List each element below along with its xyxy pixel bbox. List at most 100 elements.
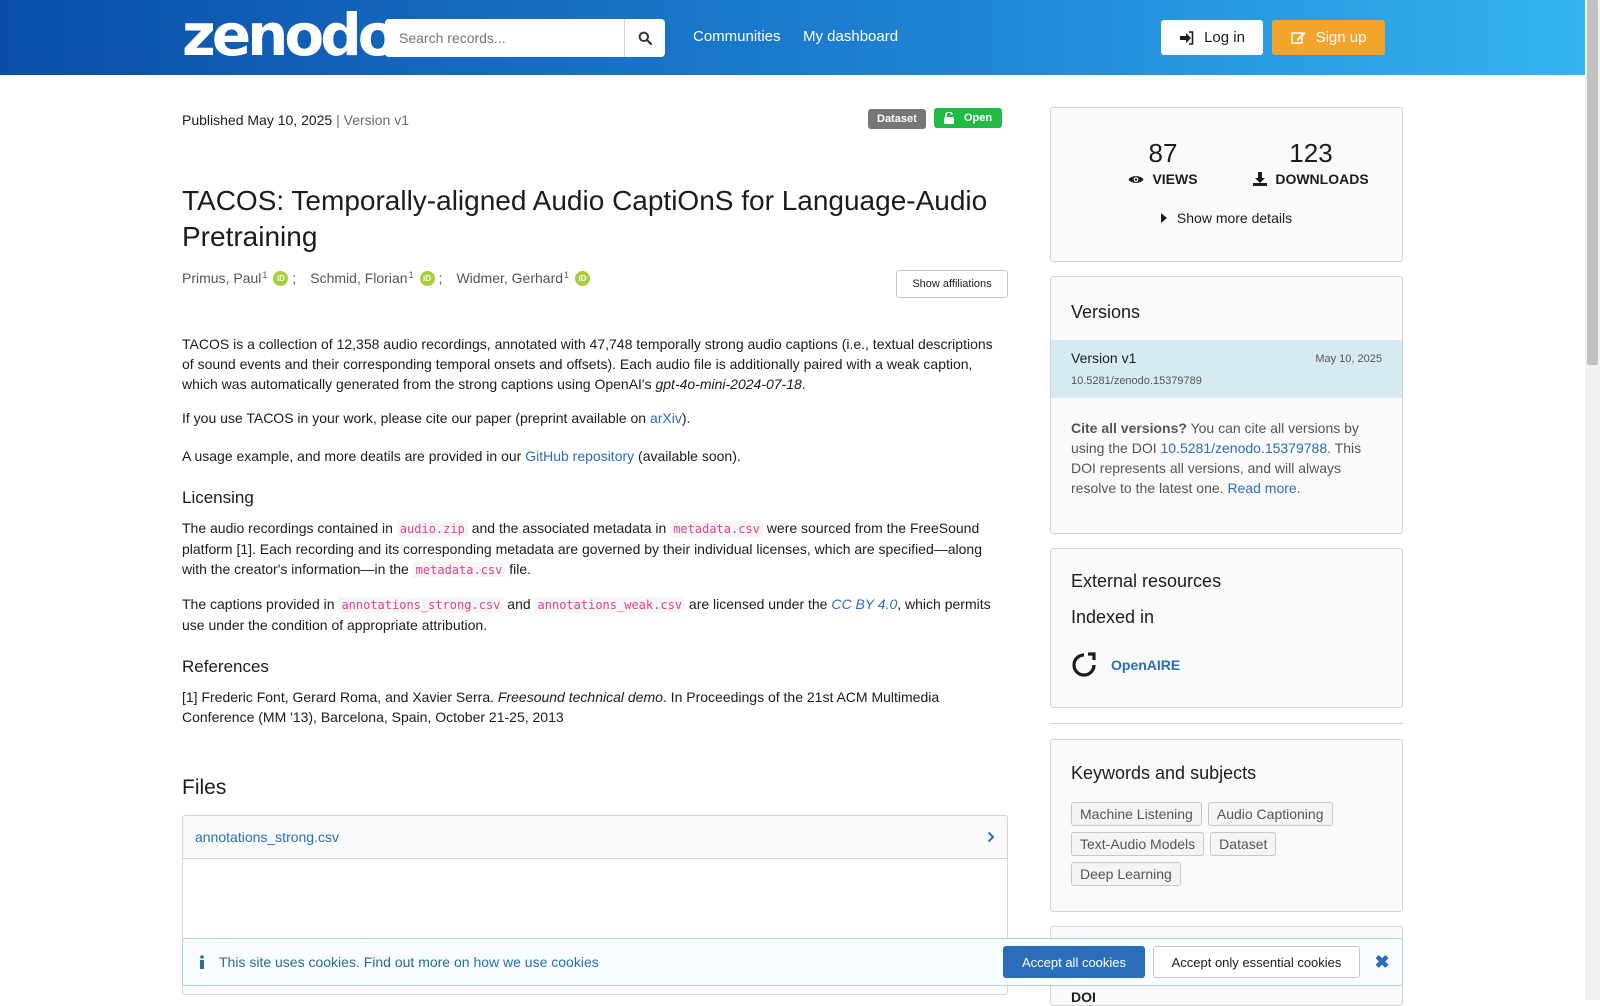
read-more-link[interactable]: Read more.: [1227, 480, 1300, 496]
accept-essential-cookies-button[interactable]: Accept only essential cookies: [1153, 946, 1360, 978]
cookie-banner: This site uses cookies. Find out more on…: [182, 938, 1403, 986]
text-span: are licensed under the: [685, 596, 832, 612]
orcid-icon[interactable]: iD: [273, 270, 289, 286]
unlock-icon: [944, 112, 954, 124]
access-badge[interactable]: Open: [934, 108, 1003, 128]
top-header: zenodo Communities My dashboard Log in S…: [0, 0, 1585, 75]
views-label: VIEWS: [1152, 171, 1198, 187]
text-span: TACOS is a collection of 12,358 audio re…: [182, 336, 993, 392]
nav-my-dashboard[interactable]: My dashboard: [803, 28, 898, 45]
code-snippet: annotations_weak.csv: [534, 597, 686, 613]
author-separator: ;: [292, 270, 297, 286]
record-title: TACOS: Temporally-aligned Audio CaptiOnS…: [182, 185, 988, 252]
text-span: The captions provided in: [182, 596, 339, 612]
description-paragraph: A usage example, and more deatils are pr…: [182, 446, 1008, 466]
indexed-in-heading: Indexed in: [1071, 607, 1155, 627]
login-label: Log in: [1204, 29, 1245, 46]
file-name-link[interactable]: annotations_strong.csv: [195, 829, 339, 845]
orcid-icon[interactable]: iD: [419, 270, 435, 286]
text-span: file.: [505, 561, 532, 577]
license-link[interactable]: CC BY 4.0: [831, 596, 897, 612]
keywords-panel: Keywords and subjects Machine Listening …: [1050, 739, 1403, 912]
accept-all-cookies-button[interactable]: Accept all cookies: [1003, 946, 1145, 978]
close-icon[interactable]: ✖: [1372, 952, 1392, 973]
text-span: The audio recordings contained in: [182, 520, 397, 536]
versions-heading: Versions: [1071, 302, 1141, 322]
reference-title: Freesound technical demo: [497, 689, 663, 705]
downloads-stat: 123 DOWNLOADS: [1241, 138, 1381, 187]
code-snippet: metadata.csv: [412, 562, 506, 578]
scrollbar-thumb[interactable]: [1587, 0, 1598, 365]
chevron-right-icon: [987, 831, 995, 843]
download-icon: [1253, 172, 1268, 186]
author-list: Primus, Paul 1 iD; Schmid, Florian 1 iD; Wid…: [182, 270, 591, 286]
text-span: If you use TACOS in your work, please ci…: [182, 410, 650, 426]
keywords-heading: Keywords and subjects: [1071, 763, 1257, 783]
description-paragraph: If you use TACOS in your work, please ci…: [182, 408, 1008, 428]
login-button[interactable]: Log in: [1161, 20, 1263, 55]
version-name: Version v1: [1071, 350, 1137, 366]
keyword-tag[interactable]: Text-Audio Models: [1071, 832, 1205, 856]
version-text: | Version v1: [336, 112, 410, 128]
signup-label: Sign up: [1315, 29, 1367, 46]
affiliation-number: 1: [564, 270, 570, 280]
text-span: A usage example, and more deatils are pr…: [182, 448, 526, 464]
published-date: Published May 10, 2025: [182, 112, 333, 128]
downloads-label: DOWNLOADS: [1275, 171, 1369, 187]
external-resources-heading: External resources: [1071, 571, 1222, 591]
show-more-details-toggle[interactable]: Show more details: [1051, 210, 1402, 226]
keyword-tag[interactable]: Deep Learning: [1071, 862, 1181, 886]
zenodo-logo[interactable]: zenodo: [182, 5, 398, 65]
access-label: Open: [964, 112, 993, 124]
search-bar: [385, 19, 665, 57]
openaire-logo-icon: [1072, 652, 1096, 677]
arxiv-link[interactable]: arXiv: [650, 410, 682, 426]
search-button[interactable]: [624, 19, 665, 57]
author-item[interactable]: Schmid, Florian 1 iD: [310, 270, 435, 286]
search-input[interactable]: [385, 19, 624, 57]
affiliation-number: 1: [262, 270, 268, 280]
sign-in-icon: [1180, 30, 1194, 45]
versions-panel: Versions Version v1 May 10, 2025 10.5281…: [1050, 276, 1403, 534]
doi-label: DOI: [1071, 989, 1096, 1005]
text-span: and: [503, 596, 535, 612]
external-resources-panel: External resources Indexed in OpenAIRE: [1050, 548, 1403, 708]
author-name: Schmid, Florian: [310, 270, 408, 286]
text-span: .: [801, 376, 806, 392]
openaire-link[interactable]: OpenAIRE: [1071, 652, 1180, 678]
edit-icon: [1290, 32, 1306, 44]
model-name: gpt-4o-mini-2024-07-18: [655, 376, 802, 392]
version-date: May 10, 2025: [1315, 353, 1382, 365]
description-paragraph: TACOS is a collection of 12,358 audio re…: [182, 334, 1008, 394]
version-item[interactable]: Version v1 May 10, 2025 10.5281/zenodo.1…: [1051, 340, 1402, 398]
caret-right-icon: [1160, 213, 1167, 223]
page-scrollbar[interactable]: [1585, 0, 1600, 1000]
search-icon: [638, 31, 652, 45]
stats-panel: 87 VIEWS 123 DOWNLOADS Show more details: [1050, 107, 1403, 262]
reference-item: [1] Frederic Font, Gerard Roma, and Xavi…: [182, 687, 1008, 727]
nav-communities[interactable]: Communities: [693, 28, 781, 45]
author-name: Primus, Paul: [182, 270, 262, 286]
references-heading: References: [182, 657, 269, 676]
keyword-tag[interactable]: Machine Listening: [1071, 802, 1202, 826]
github-link[interactable]: GitHub repository: [525, 448, 634, 464]
keyword-tag[interactable]: Dataset: [1210, 832, 1277, 856]
file-preview-header[interactable]: annotations_strong.csv: [183, 816, 1007, 859]
resource-type-badge: Dataset: [868, 109, 926, 129]
show-affiliations-button[interactable]: Show affiliations: [896, 270, 1008, 298]
publication-line: Published May 10, 2025 | Version v1: [182, 112, 409, 128]
keyword-list: Machine Listening Audio Captioning Text-…: [1071, 802, 1391, 886]
orcid-icon[interactable]: iD: [575, 270, 591, 286]
info-icon: [200, 955, 204, 969]
author-item[interactable]: Primus, Paul 1 iD: [182, 270, 289, 286]
signup-button[interactable]: Sign up: [1272, 20, 1385, 55]
code-snippet: audio.zip: [396, 521, 468, 537]
cookie-policy-link[interactable]: how we use cookies: [473, 954, 598, 970]
text-span: ).: [681, 410, 691, 426]
text-span: (available soon).: [634, 448, 741, 464]
concept-doi-link[interactable]: 10.5281/zenodo.15379788: [1161, 440, 1328, 456]
keyword-tag[interactable]: Audio Captioning: [1207, 802, 1333, 826]
author-item[interactable]: Widmer, Gerhard 1 iD: [456, 270, 591, 286]
views-label-row: VIEWS: [1103, 171, 1223, 187]
licensing-heading: Licensing: [182, 488, 254, 507]
